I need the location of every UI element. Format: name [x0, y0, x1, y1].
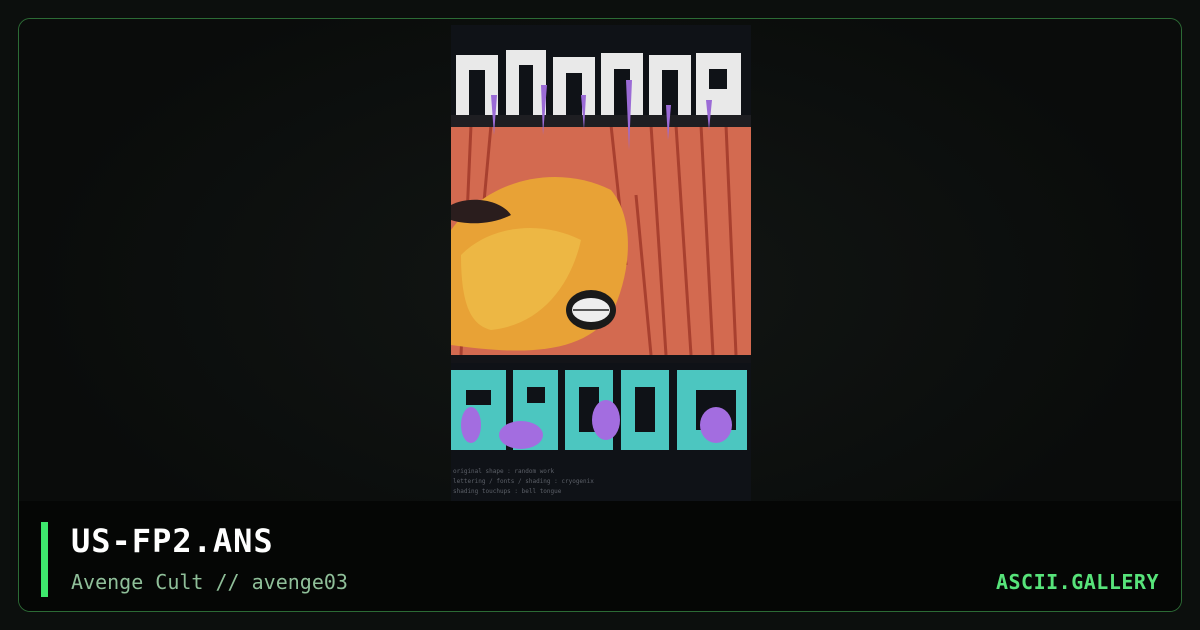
credit-line: original shape : random work — [453, 468, 555, 475]
preview-card: original shape : random work lettering /… — [18, 18, 1182, 612]
accent-bar — [41, 522, 48, 597]
ansi-artwork-image[interactable]: original shape : random work lettering /… — [451, 25, 751, 501]
artwork-byline: Avenge Cult // avenge03 — [71, 570, 348, 594]
credit-line: shading touchups : bell tongue — [453, 488, 562, 495]
credit-line: lettering / fonts / shading : cryogenix — [453, 478, 594, 485]
info-footer: US-FP2.ANS Avenge Cult // avenge03 ASCII… — [19, 501, 1181, 611]
artwork-title: US-FP2.ANS — [71, 522, 274, 560]
brand-label[interactable]: ASCII.GALLERY — [996, 570, 1159, 594]
